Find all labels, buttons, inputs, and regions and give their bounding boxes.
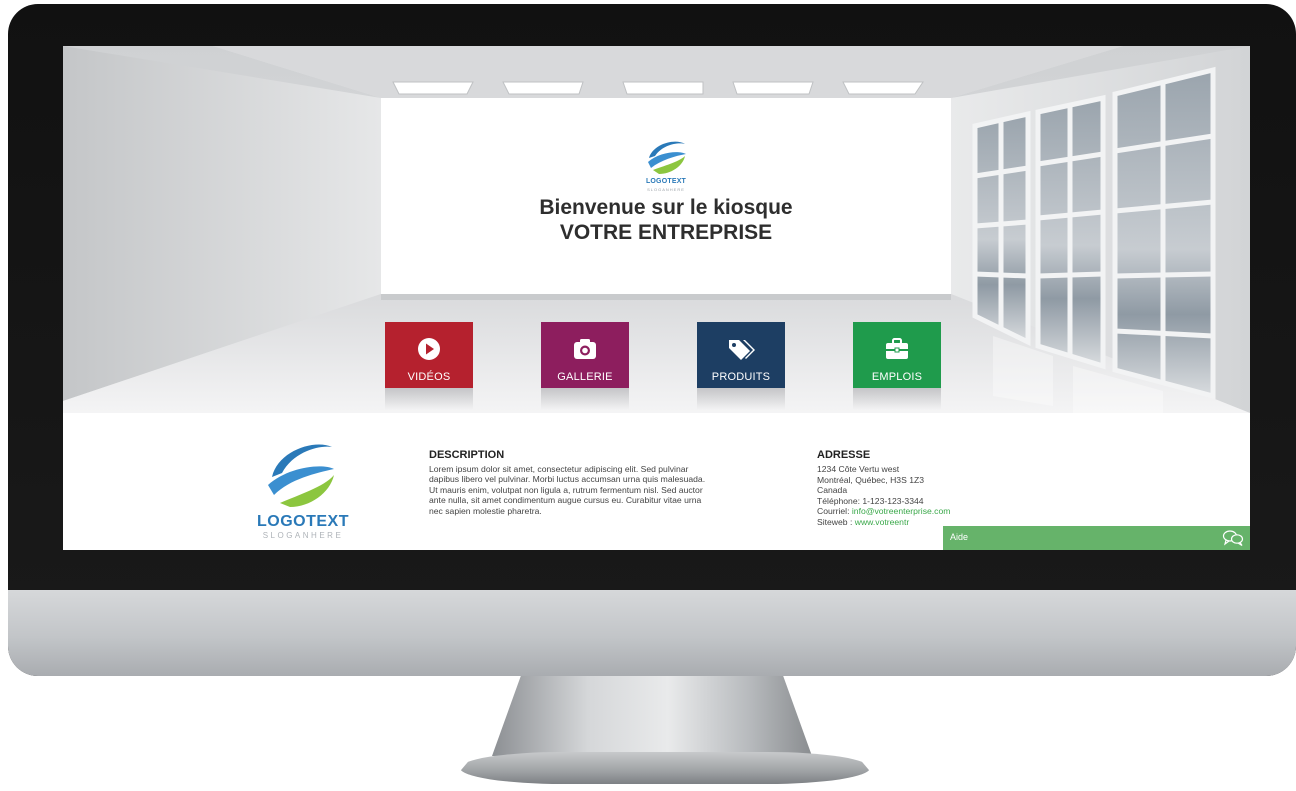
tile-shadow	[697, 388, 785, 410]
help-chat-bar[interactable]: Aide	[943, 526, 1250, 550]
address-city: Montréal, Québec, H3S 1Z3	[817, 474, 924, 485]
gallery-tile-label: GALLERIE	[557, 371, 613, 383]
email-label: Courriel:	[817, 506, 852, 517]
site-label: Siteweb :	[817, 516, 855, 527]
logo-icon	[648, 141, 686, 174]
website-link[interactable]: www.votreentr	[855, 517, 909, 527]
products-tile-label: PRODUITS	[711, 371, 771, 383]
monitor-chin	[8, 590, 1296, 676]
tag-icon	[697, 336, 785, 362]
jobs-tile-label: EMPLOIS	[871, 371, 923, 383]
monitor-stand	[492, 676, 812, 756]
briefcase-icon	[853, 336, 941, 362]
tile-shadow	[853, 388, 941, 410]
room-background: LOGOTEXT SLOGANHERE Bienvenue sur le kio…	[63, 46, 1250, 413]
play-icon	[385, 336, 473, 362]
address-section: ADRESSE 1234 Côte Vertu west Montréal, Q…	[817, 449, 1077, 528]
email-link[interactable]: info@votreenterprise.com	[852, 506, 951, 516]
footer-logo-text: LOGOTEXT	[257, 513, 349, 530]
logo-icon	[268, 444, 334, 507]
camera-icon	[541, 336, 629, 362]
address-phone: Téléphone: 1-123-123-3344	[817, 495, 924, 506]
description-text: Lorem ipsum dolor sit amet, consectetur …	[429, 464, 706, 516]
chat-bubbles-icon	[1222, 529, 1244, 550]
address-email-row: Courriel: info@votreenterprise.com	[817, 506, 1077, 517]
logo-text: LOGOTEXT	[645, 178, 687, 185]
description-section: DESCRIPTION Lorem ipsum dolor sit amet, …	[429, 449, 709, 516]
jobs-tile[interactable]: EMPLOIS	[853, 322, 941, 388]
address-street: 1234 Côte Vertu west	[817, 464, 900, 474]
footer-logo-slogan: SLOGANHERE	[262, 531, 344, 540]
address-country: Canada	[817, 485, 848, 496]
videos-tile[interactable]: VIDÉOS	[385, 322, 473, 388]
logo-slogan: SLOGANHERE	[647, 187, 685, 192]
footer-logo: LOGOTEXT SLOGANHERE	[228, 435, 378, 545]
address-title: ADRESSE	[817, 449, 871, 461]
welcome-board: LOGOTEXT SLOGANHERE Bienvenue sur le kio…	[381, 98, 951, 294]
help-label: Aide	[950, 532, 969, 542]
welcome-heading: Bienvenue sur le kiosque	[539, 196, 793, 219]
company-name: VOTRE ENTREPRISE	[559, 221, 773, 244]
products-tile[interactable]: PRODUITS	[697, 322, 785, 388]
kiosk-screen: LOGOTEXT SLOGANHERE Bienvenue sur le kio…	[63, 46, 1250, 550]
monitor-stand-base	[460, 752, 870, 784]
tile-shadow	[541, 388, 629, 410]
tile-shadow	[385, 388, 473, 410]
description-title: DESCRIPTION	[429, 449, 505, 461]
gallery-tile[interactable]: GALLERIE	[541, 322, 629, 388]
videos-tile-label: VIDÉOS	[407, 371, 451, 383]
